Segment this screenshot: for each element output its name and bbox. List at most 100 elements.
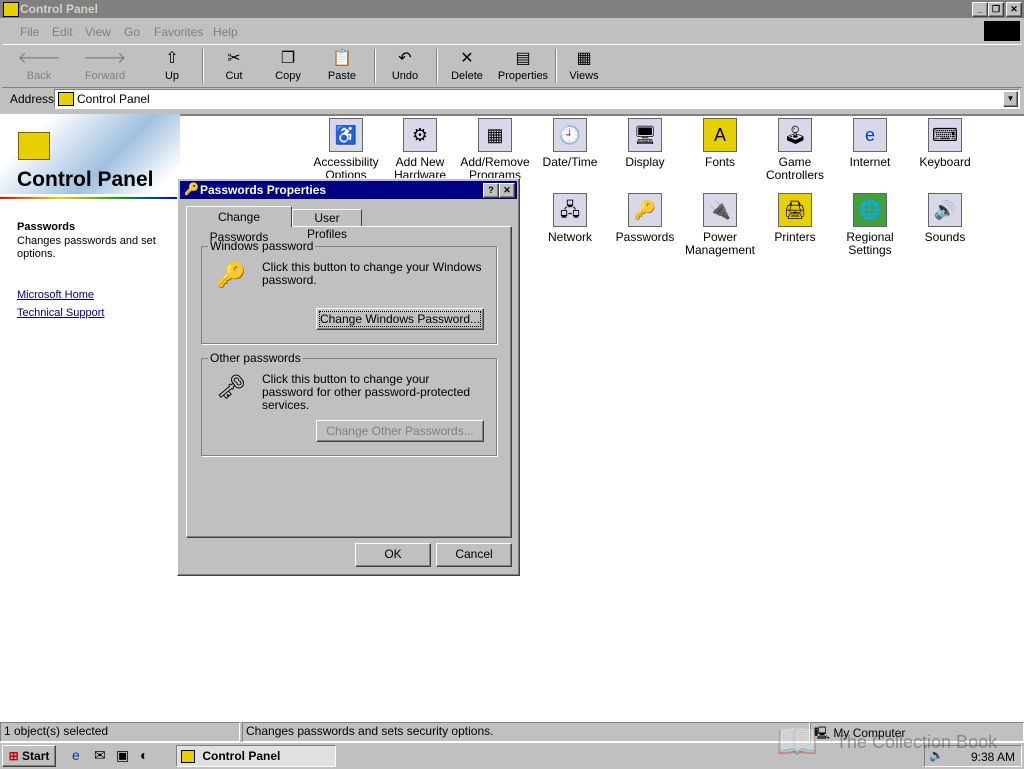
address-label: Address [10,92,55,106]
properties-icon: ▤ [515,50,531,67]
up-button[interactable]: ⇧ Up [147,48,197,86]
icon-power-management[interactable]: 🔌 Power Management [682,193,758,257]
other-keys-icon: 🗝 [216,374,247,401]
channels-quicklaunch-icon[interactable]: ◐ [140,747,148,763]
menu-favorites[interactable]: Favorites [154,25,203,39]
control-panel-folder-icon [18,132,50,160]
outlook-quicklaunch-icon[interactable]: ✉ [94,747,106,764]
other-passwords-group: Other passwords 🗝 Click this button to c… [201,351,497,456]
delete-button[interactable]: ✕ Delete [442,48,492,86]
taskbar-control-panel-button[interactable]: Control Panel [176,745,336,767]
menu-edit[interactable]: Edit [52,25,73,39]
menu-file[interactable]: File [20,25,39,39]
toolbar: 🡐 Back 🡒 Forward ⇧ Up ✂ Cut ❐ Copy 📋 Paste ↶ Un… [2,44,1022,88]
title-rule [0,197,178,199]
toolbar-separator [374,49,376,83]
change-windows-password-button[interactable]: Change Windows Password... [316,308,484,330]
icon-printers[interactable]: 🖨 Printers [757,193,833,244]
back-button[interactable]: 🡐 Back [14,48,64,86]
address-bar: Address Control Panel ▼ [2,88,1022,110]
accessibility-icon: ♿ [329,118,363,152]
icon-internet[interactable]: e Internet [832,118,908,169]
tab-user-profiles[interactable]: User Profiles [292,209,362,241]
dialog-titlebar: 🔑 Passwords Properties ? ✕ [180,181,517,199]
power-icon: 🔌 [703,193,737,227]
up-folder-icon: ⇧ [165,50,179,67]
icon-add-new-hardware[interactable]: ⚙ Add New Hardware [382,118,458,182]
cancel-button[interactable]: Cancel [436,543,512,567]
toolbar-separator [436,49,438,83]
copy-button[interactable]: ❐ Copy [263,48,313,86]
address-value: Control Panel [77,92,150,106]
icon-fonts[interactable]: A Fonts [682,118,758,169]
window-title: Control Panel [20,2,99,16]
ie-quicklaunch-icon[interactable]: e [72,747,80,763]
cut-button[interactable]: ✂ Cut [209,48,259,86]
selected-item-name: Passwords [17,221,76,233]
icon-accessibility-options[interactable]: ♿ Accessibility Options [308,118,384,182]
joystick-icon: 🕹 [778,118,812,152]
tab-change-passwords[interactable]: Change Passwords [186,206,292,244]
address-input[interactable]: Control Panel ▼ [54,89,1020,109]
dialog-close-button[interactable]: ✕ [499,183,515,198]
watermark-text: The Collection Book [836,732,998,752]
control-panel-icon [3,2,19,17]
undo-icon: ↶ [398,50,412,67]
forward-arrow-icon: 🡒 [83,50,127,67]
minimize-button[interactable]: _ [972,2,988,17]
speaker-icon: 🔊 [928,193,962,227]
status-selection: 1 object(s) selected [0,722,240,742]
windows-logo-icon [984,21,1020,41]
scissors-icon: ✂ [227,50,241,67]
close-button[interactable]: ✕ [1006,2,1022,17]
forward-button[interactable]: 🡒 Forward [80,48,130,86]
menu-view[interactable]: View [85,25,111,39]
icon-network[interactable]: 🖧 Network [532,193,608,244]
control-panel-icon [58,92,74,106]
desktop-quicklaunch-icon[interactable]: ▣ [116,747,129,764]
technical-support-link[interactable]: Technical Support [17,307,104,319]
restore-button[interactable]: ❐ [988,2,1004,17]
other-passwords-text: Click this button to change your passwor… [262,372,471,412]
toolbar-separator [202,49,204,83]
undo-button[interactable]: ↶ Undo [380,48,430,86]
icon-keyboard[interactable]: ⌨ Keyboard [907,118,983,169]
delete-x-icon: ✕ [460,50,474,67]
windows-flag-icon: ⊞ [8,749,19,763]
icon-passwords[interactable]: 🔑 Passwords [607,193,683,244]
change-other-passwords-button[interactable]: Change Other Passwords... [316,420,484,442]
status-description: Changes passwords and sets security opti… [242,722,810,742]
help-button[interactable]: ? [483,183,499,198]
address-dropdown-button[interactable]: ▼ [1003,91,1018,107]
views-button[interactable]: ▦ Views [559,48,609,86]
icon-display[interactable]: 🖥 Display [607,118,683,169]
menu-go[interactable]: Go [124,25,140,39]
menu-help[interactable]: Help [213,25,238,39]
ok-button[interactable]: OK [355,543,431,567]
display-icon: 🖥 [628,118,662,152]
selected-item-description: Changes passwords and set options. [17,235,156,260]
icon-sounds[interactable]: 🔊 Sounds [907,193,983,244]
internet-icon: e [853,118,887,152]
watermark: 📖 The Collection Book [776,718,1016,766]
copy-icon: ❐ [280,50,296,67]
properties-button[interactable]: ▤ Properties [495,48,551,86]
icon-regional-settings[interactable]: 🌐 Regional Settings [832,193,908,257]
icon-date-time[interactable]: 🕘 Date/Time [532,118,608,169]
window-titlebar: Control Panel _ ❐ ✕ [0,0,1024,18]
toolbar-separator [555,49,557,83]
microsoft-home-link[interactable]: Microsoft Home [17,289,94,301]
back-arrow-icon: 🡐 [17,50,61,67]
globe-icon: 🌐 [853,193,887,227]
tab-page: Windows password 🔑 Click this button to … [186,226,512,538]
paste-button[interactable]: 📋 Paste [317,48,367,86]
network-icon: 🖧 [553,193,587,227]
icon-add-remove-programs[interactable]: ▦ Add/Remove Programs [457,118,533,182]
icon-game-controllers[interactable]: 🕹 Game Controllers [757,118,833,182]
hardware-icon: ⚙ [403,118,437,152]
menu-bar: File Edit View Go Favorites Help [0,20,1024,42]
printer-folder-icon: 🖨 [778,193,812,227]
dialog-title: Passwords Properties [200,183,327,197]
passwords-properties-dialog: 🔑 Passwords Properties ? ✕ Change Passwo… [177,178,520,576]
start-button[interactable]: ⊞ Start [2,745,56,767]
